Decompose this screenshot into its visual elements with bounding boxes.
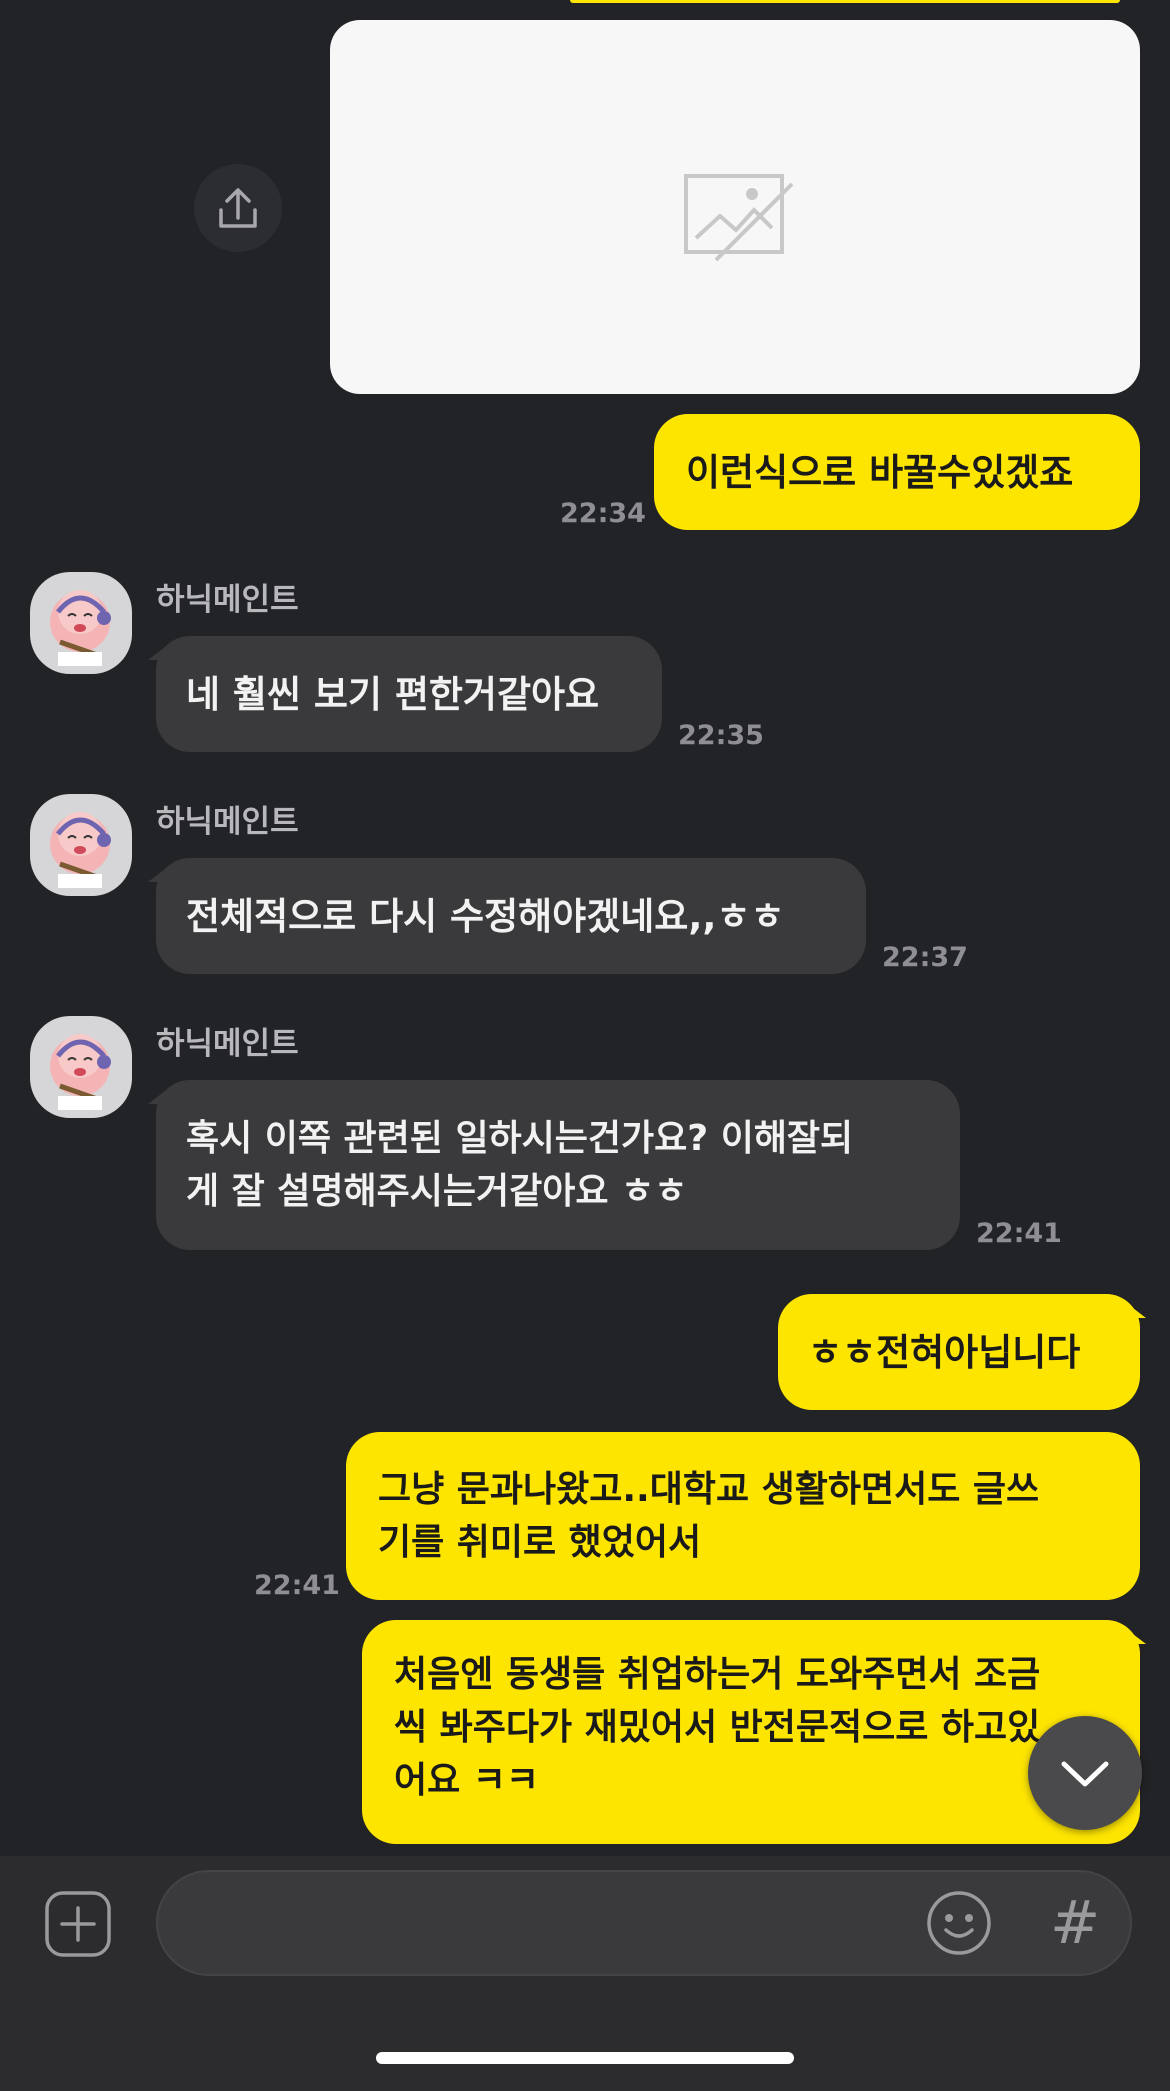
message-line: 게 잘 설명해주시는거같아요 ㅎㅎ: [186, 1171, 688, 1212]
my-message[interactable]: ㅎㅎ전혀아닙니다: [778, 1294, 1140, 1410]
message-time: 22:41: [254, 1570, 340, 1601]
share-button[interactable]: [194, 164, 282, 252]
message-text: 전체적으로 다시 수정해야겠네요,,ㅎㅎ: [186, 895, 785, 938]
message-time: 22:41: [976, 1218, 1062, 1249]
message-line: 처음엔 동생들 취업하는거 도와주면서 조금: [394, 1654, 1041, 1695]
message-time: 22:35: [678, 720, 764, 751]
my-message[interactable]: 이런식으로 바꿀수있겠죠: [654, 414, 1140, 530]
sender-name: 하닉메인트: [156, 804, 299, 840]
message-line: 기를 취미로 했었어서: [378, 1522, 702, 1563]
sender-name: 하닉메인트: [156, 582, 299, 618]
hashtag-icon: #: [1050, 1888, 1101, 1958]
my-message[interactable]: 처음엔 동생들 취업하는거 도와주면서 조금 씩 봐주다가 재밌어서 반전문적으…: [362, 1620, 1140, 1844]
message-line: 혹시 이쪽 관련된 일하시는건가요? 이해잘되: [186, 1118, 854, 1159]
share-icon: [219, 188, 257, 228]
image-message[interactable]: [330, 20, 1140, 394]
plus-icon: [45, 1891, 111, 1957]
message-text: 네 훨씬 보기 편한거같아요: [186, 673, 600, 716]
message-text: 이런식으로 바꿀수있겠죠: [686, 451, 1074, 494]
previous-bubble-edge: [570, 0, 1120, 3]
emoji-icon: [927, 1891, 991, 1955]
avatar-character-icon: [50, 590, 111, 666]
received-message[interactable]: 네 훨씬 보기 편한거같아요: [156, 636, 662, 752]
home-indicator: [376, 2052, 794, 2064]
message-line: 그냥 문과나왔고..대학교 생활하면서도 글쓰: [378, 1469, 1040, 1510]
avatar-character-icon: [50, 812, 111, 888]
received-message[interactable]: 혹시 이쪽 관련된 일하시는건가요? 이해잘되 게 잘 설명해주시는거같아요 ㅎ…: [156, 1080, 960, 1250]
message-line: 씩 봐주다가 재밌어서 반전문적으로 하고있: [394, 1707, 1041, 1748]
avatar-character-icon: [50, 1034, 111, 1110]
hashtag-button[interactable]: #: [1050, 1888, 1101, 1958]
emoji-button[interactable]: [924, 1888, 994, 1958]
image-placeholder-icon: [684, 174, 794, 262]
message-text: ㅎㅎ전혀아닙니다: [808, 1331, 1081, 1374]
avatar[interactable]: [30, 794, 132, 896]
avatar[interactable]: [30, 1016, 132, 1118]
sender-name: 하닉메인트: [156, 1026, 299, 1062]
message-line: 어요 ㅋㅋ: [394, 1760, 540, 1801]
scroll-to-bottom-button[interactable]: [1028, 1716, 1142, 1830]
received-message[interactable]: 전체적으로 다시 수정해야겠네요,,ㅎㅎ: [156, 858, 866, 974]
chevron-down-icon: [1061, 1761, 1109, 1787]
avatar[interactable]: [30, 572, 132, 674]
add-button[interactable]: [44, 1890, 112, 1958]
message-time: 22:34: [560, 498, 646, 529]
my-message[interactable]: 그냥 문과나왔고..대학교 생활하면서도 글쓰 기를 취미로 했었어서: [346, 1432, 1140, 1600]
message-time: 22:37: [882, 942, 968, 973]
